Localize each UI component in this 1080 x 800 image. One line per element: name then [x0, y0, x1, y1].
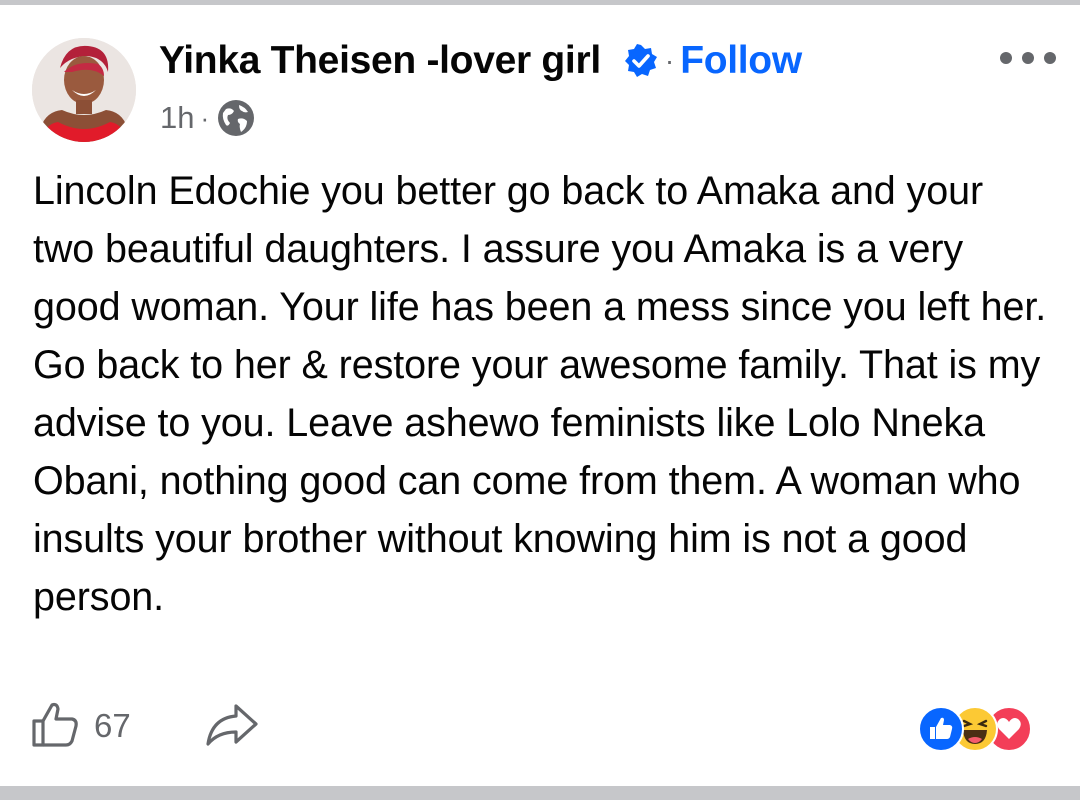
avatar[interactable]: [32, 38, 136, 142]
post-timestamp[interactable]: 1h: [160, 100, 194, 136]
thumbs-up-icon: [30, 699, 80, 754]
more-dot-icon: [1022, 52, 1034, 64]
post-meta: 1h ·: [160, 98, 255, 138]
post-text: Lincoln Edochie you better go back to Am…: [33, 169, 1047, 619]
share-button[interactable]: [204, 702, 264, 752]
like-reaction-icon: [918, 706, 964, 752]
more-dot-icon: [1044, 52, 1056, 64]
name-row: Yinka Theisen -lover girl · Follow: [159, 36, 802, 86]
separator-dot: ·: [200, 102, 210, 133]
bottom-divider: [0, 786, 1080, 800]
author-name[interactable]: Yinka Theisen -lover girl: [159, 39, 601, 83]
separator-dot: ·: [664, 45, 675, 76]
like-button[interactable]: 67: [30, 700, 131, 752]
verified-badge-icon: [623, 43, 659, 79]
share-arrow-icon: [204, 702, 260, 753]
like-count: 67: [94, 707, 131, 744]
post-header: Yinka Theisen -lover girl · Follow 1h ·: [0, 0, 1080, 150]
reactions-summary[interactable]: [918, 706, 1058, 752]
follow-button[interactable]: Follow: [680, 39, 802, 83]
globe-icon: [217, 99, 255, 137]
more-dot-icon: [1000, 52, 1012, 64]
post-footer: 67: [0, 690, 1080, 770]
more-options-button[interactable]: [1000, 46, 1056, 70]
